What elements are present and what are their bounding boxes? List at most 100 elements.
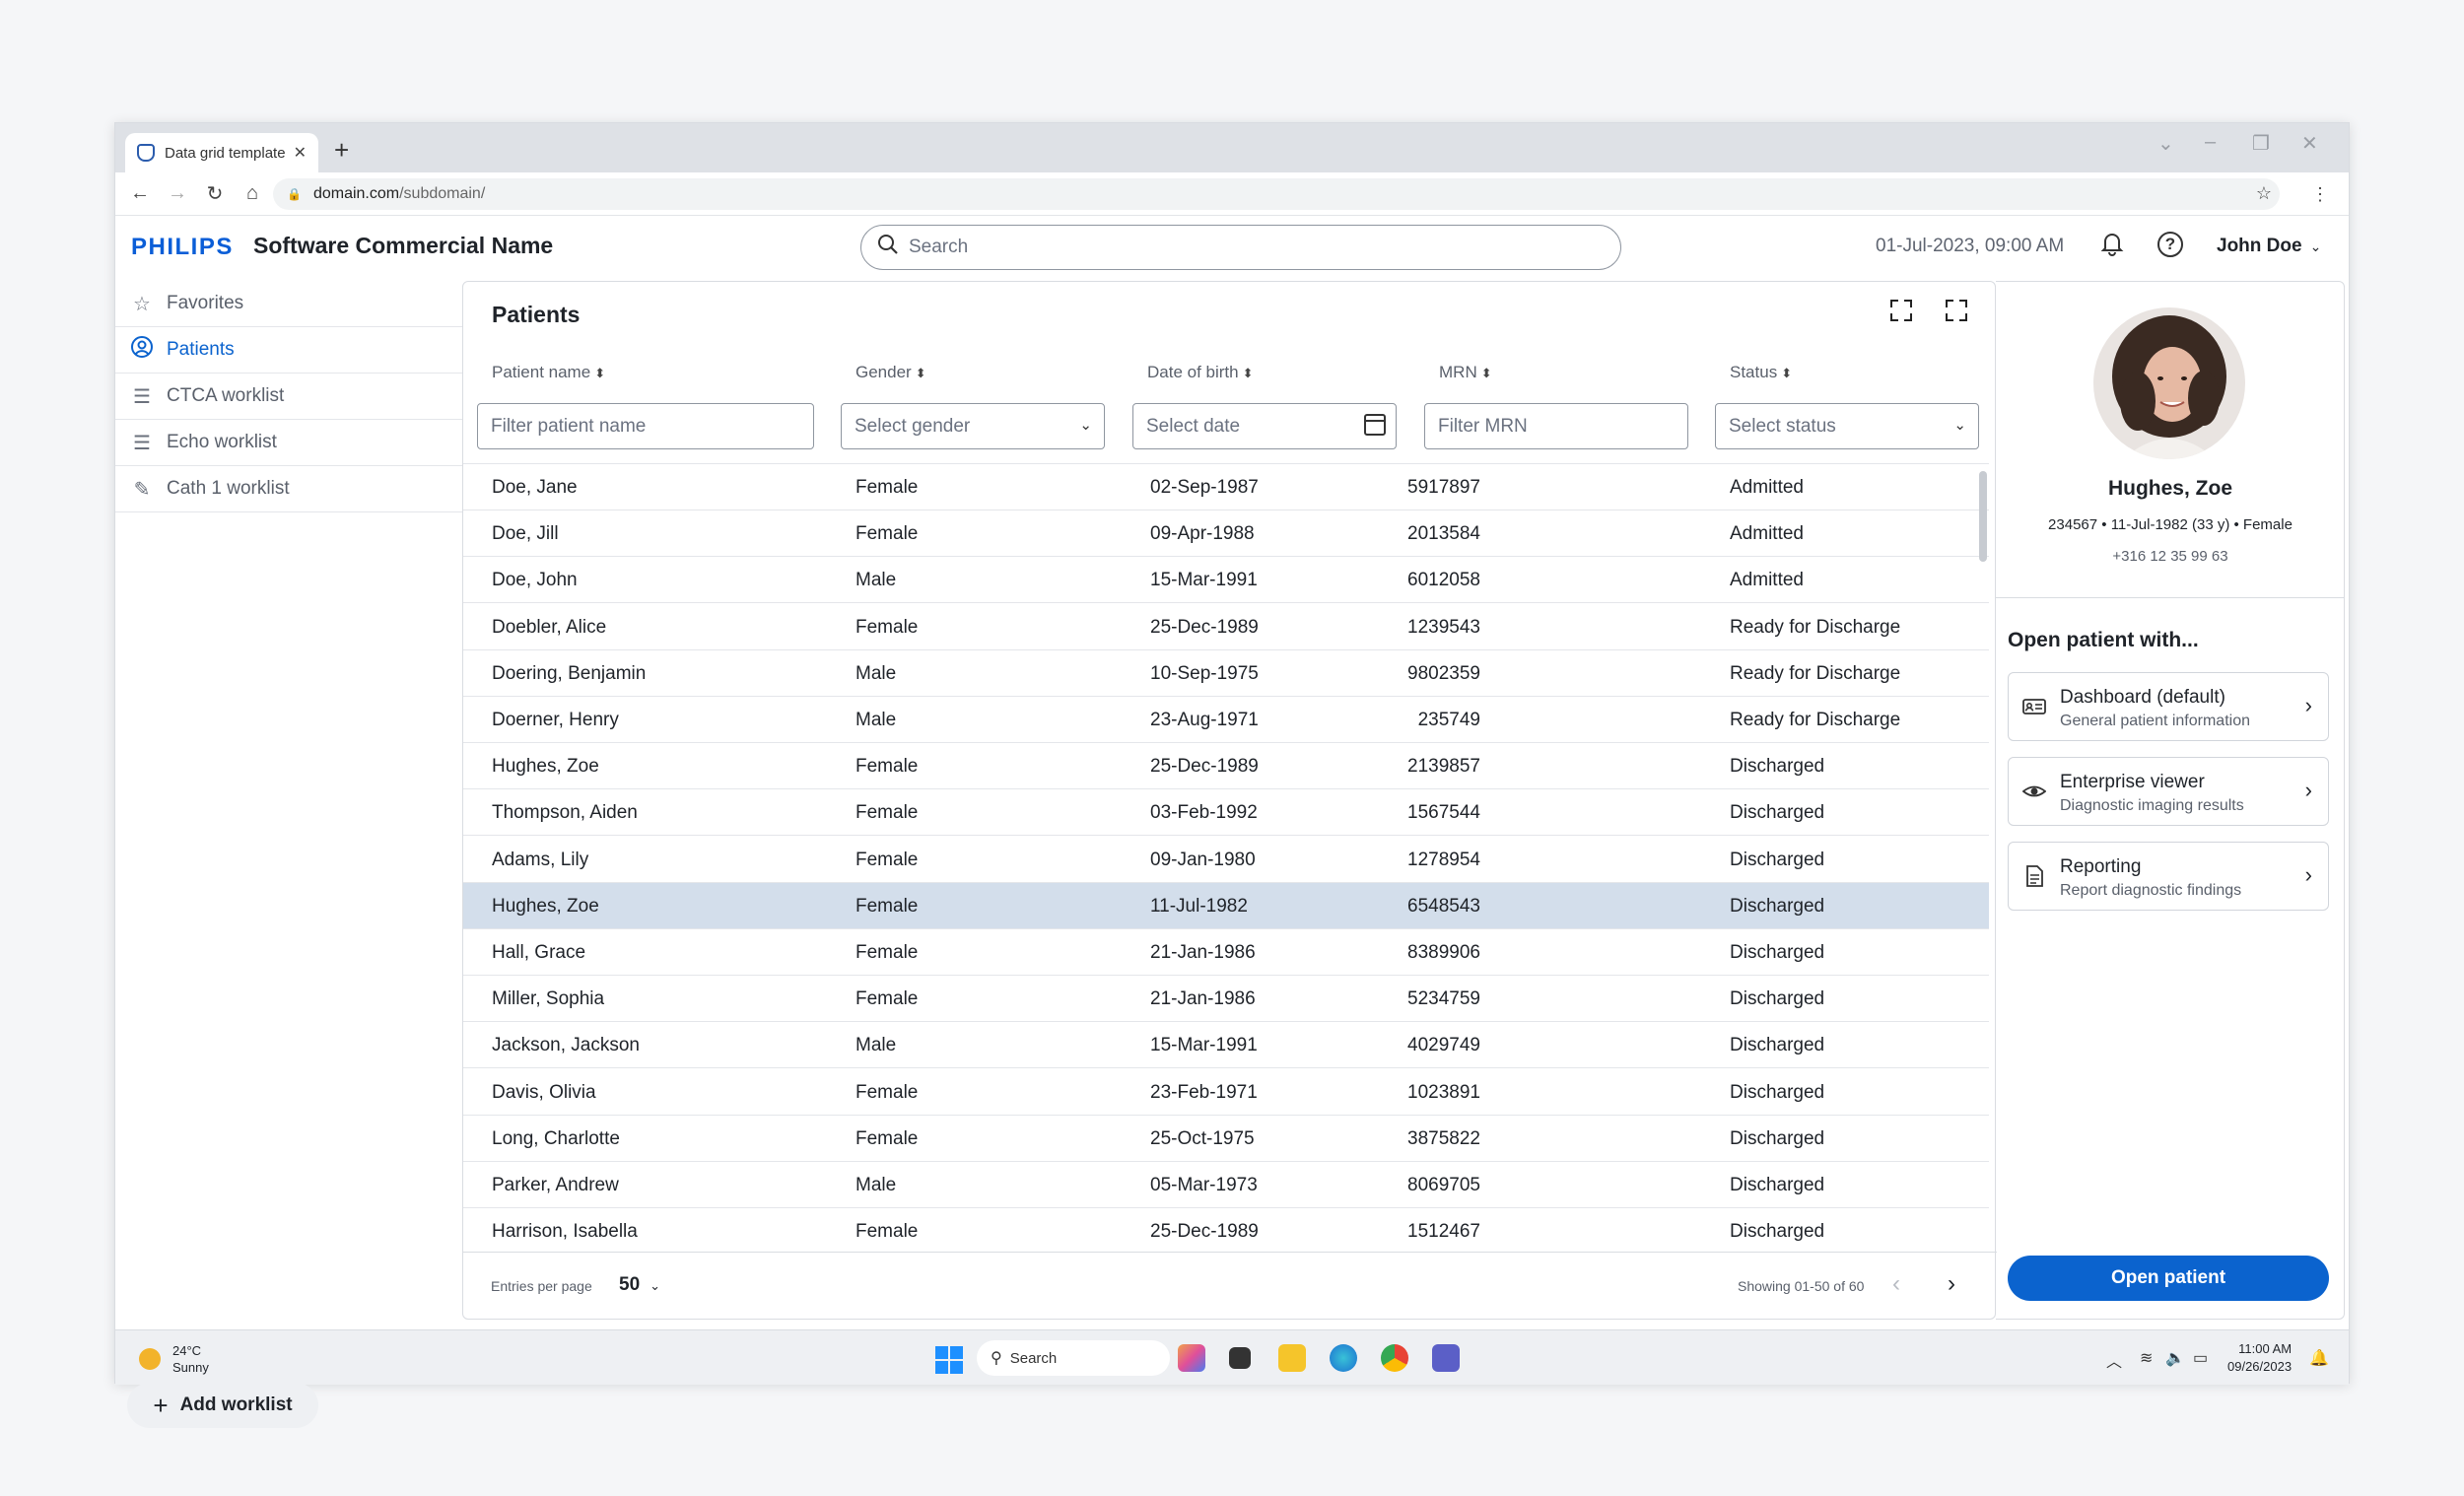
cell-dob: 09-Jan-1980 <box>1150 849 1256 870</box>
table-row[interactable]: Davis, Olivia Female 23-Feb-1971 1023891 Dis… <box>463 1069 1989 1116</box>
cell-patient-name: Doe, John <box>492 570 578 591</box>
table-row[interactable]: Parker, Andrew Male 05-Mar-1973 8069705 Disc… <box>463 1162 1989 1208</box>
open-with-enterprise-viewer-option[interactable]: Enterprise viewer Diagnostic imaging res… <box>2008 757 2329 826</box>
cell-mrn: 1567544 <box>1407 802 1480 824</box>
table-row[interactable]: Adams, Lily Female 09-Jan-1980 1278954 Disch… <box>463 837 1989 883</box>
filter-mrn-input[interactable]: Filter MRN <box>1424 403 1688 449</box>
close-window-icon[interactable]: ✕ <box>2301 131 2318 156</box>
terminal-icon[interactable] <box>1229 1347 1251 1369</box>
sun-icon[interactable] <box>139 1348 161 1370</box>
filter-status-select[interactable]: Select status ⌄ <box>1715 403 1979 449</box>
chevron-down-icon: ⌄ <box>650 1278 661 1293</box>
minimize-icon[interactable]: – <box>2205 131 2216 154</box>
option-subtitle: Diagnostic imaging results <box>2060 797 2244 814</box>
table-row[interactable]: Doerner, Henry Male 23-Aug-1971 235749 Ready… <box>463 697 1989 743</box>
app-header: PHILIPS Software Commercial Name Search … <box>115 216 2349 277</box>
table-row[interactable]: Doe, Jill Female 09-Apr-1988 2013584 Admitte… <box>463 510 1989 558</box>
close-tab-icon[interactable]: ✕ <box>294 143 307 163</box>
edge-icon[interactable] <box>1330 1344 1357 1372</box>
column-header-status[interactable]: Status ⬍ <box>1730 363 1792 382</box>
cell-dob: 25-Dec-1989 <box>1150 1221 1259 1243</box>
volume-icon[interactable]: 🔈 <box>2165 1348 2185 1368</box>
sidebar-item-ctca-worklist[interactable]: ☰ CTCA worklist <box>115 374 462 420</box>
table-row[interactable]: Doe, Jane Female 02-Sep-1987 5917897 Admitte… <box>463 464 1989 510</box>
table-row[interactable]: Miller, Sophia Female 21-Jan-1986 5234759 Di… <box>463 976 1989 1023</box>
clock-time: 11:00 AM <box>2238 1341 2293 1356</box>
open-patient-button[interactable]: Open patient <box>2008 1256 2329 1301</box>
taskbar-search[interactable]: ⚲ Search <box>977 1340 1170 1376</box>
scrollbar-thumb[interactable] <box>1979 471 1987 562</box>
entries-per-page-select[interactable]: 50 ⌄ <box>619 1274 660 1296</box>
chrome-icon[interactable] <box>1381 1344 1408 1372</box>
bookmark-star-icon[interactable]: ☆ <box>2256 183 2272 204</box>
restore-icon[interactable]: ❐ <box>2252 131 2270 156</box>
sidebar-item-echo-worklist[interactable]: ☰ Echo worklist <box>115 420 462 466</box>
weather-widget[interactable]: 24°C Sunny <box>172 1342 209 1376</box>
user-menu[interactable]: John Doe ⌄ <box>2217 236 2321 257</box>
cell-gender: Female <box>856 616 919 638</box>
cell-status: Discharged <box>1730 802 1825 824</box>
search-icon <box>877 234 899 261</box>
help-icon[interactable]: ? <box>2157 232 2183 257</box>
expand-icon[interactable] <box>1890 300 1912 321</box>
home-icon[interactable]: ⌂ <box>234 182 271 205</box>
table-row[interactable]: Harrison, Isabella Female 25-Dec-1989 15124… <box>463 1208 1989 1252</box>
sidebar-item-favorites[interactable]: ☆ Favorites <box>115 281 462 327</box>
next-page-icon[interactable]: › <box>1948 1270 1955 1298</box>
file-explorer-icon[interactable] <box>1278 1344 1306 1372</box>
new-tab-icon[interactable]: + <box>334 135 349 166</box>
url-field[interactable]: 🔒 domain.com/subdomain/ ☆ <box>273 178 2280 210</box>
cell-mrn: 6548543 <box>1407 895 1480 917</box>
column-header-dob[interactable]: Date of birth ⬍ <box>1147 363 1254 382</box>
back-icon[interactable]: ← <box>121 182 159 205</box>
table-row[interactable]: Doe, John Male 15-Mar-1991 6012058 Admitted <box>463 557 1989 604</box>
forward-icon[interactable]: → <box>159 182 196 205</box>
chevron-down-icon[interactable]: ⌄ <box>2157 131 2174 156</box>
filter-gender-select[interactable]: Select gender ⌄ <box>841 403 1105 449</box>
add-worklist-button[interactable]: + Add worklist <box>127 1383 318 1428</box>
cell-mrn: 235749 <box>1417 710 1480 730</box>
fullscreen-icon[interactable] <box>1946 300 1967 321</box>
browser-menu-icon[interactable]: ⋮ <box>2311 184 2329 205</box>
windows-start-icon[interactable] <box>935 1346 963 1374</box>
open-with-heading: Open patient with... <box>2008 629 2199 651</box>
table-row[interactable]: Doering, Benjamin Male 10-Sep-1975 9802359 R… <box>463 650 1989 697</box>
cell-dob: 25-Oct-1975 <box>1150 1127 1255 1149</box>
column-header-mrn[interactable]: MRN ⬍ <box>1439 363 1492 382</box>
copilot-icon[interactable] <box>1178 1344 1205 1372</box>
url-path: /subdomain/ <box>399 185 486 202</box>
option-title: Reporting <box>2060 856 2142 877</box>
system-clock[interactable]: 11:00 AM 09/26/2023 <box>2227 1340 2292 1376</box>
notification-icon[interactable]: 🔔 <box>2309 1348 2329 1368</box>
open-with-reporting-option[interactable]: Reporting Report diagnostic findings › <box>2008 842 2329 911</box>
table-row[interactable]: Long, Charlotte Female 25-Oct-1975 3875822 D… <box>463 1116 1989 1162</box>
cell-gender: Female <box>856 477 919 498</box>
previous-page-icon[interactable]: ‹ <box>1892 1270 1900 1298</box>
sidebar-item-cath-worklist[interactable]: ✎ Cath 1 worklist <box>115 466 462 512</box>
table-row[interactable]: Hall, Grace Female 21-Jan-1986 8389906 Disch… <box>463 929 1989 976</box>
browser-tab[interactable]: Data grid template ✕ <box>125 133 318 172</box>
filter-dob-datepicker[interactable]: Select date <box>1132 403 1397 449</box>
column-header-name[interactable]: Patient name ⬍ <box>492 363 605 382</box>
column-header-gender[interactable]: Gender ⬍ <box>856 363 926 382</box>
os-taskbar: 24°C Sunny ⚲ Search ︿ ≋ 🔈 ▭ 11:00 AM 09/… <box>115 1329 2349 1385</box>
cell-dob: 23-Feb-1971 <box>1150 1081 1258 1103</box>
calendar-icon[interactable] <box>1364 414 1386 436</box>
global-search-input[interactable]: Search <box>860 225 1621 270</box>
sidebar-item-patients[interactable]: Patients <box>115 327 462 374</box>
wifi-icon[interactable]: ≋ <box>2140 1348 2153 1368</box>
battery-icon[interactable]: ▭ <box>2193 1348 2208 1368</box>
cell-status: Admitted <box>1730 523 1804 545</box>
table-row[interactable]: Hughes, Zoe Female 25-Dec-1989 2139857 Disch… <box>463 743 1989 790</box>
table-row[interactable]: Thompson, Aiden Female 03-Feb-1992 1567544 D… <box>463 789 1989 837</box>
chevron-up-icon[interactable]: ︿ <box>2106 1348 2122 1372</box>
table-row[interactable]: Doebler, Alice Female 25-Dec-1989 1239543 Re… <box>463 604 1989 650</box>
filter-patient-name-input[interactable]: Filter patient name <box>477 403 814 449</box>
teams-icon[interactable] <box>1432 1344 1460 1372</box>
table-row[interactable]: Hughes, Zoe Female 11-Jul-1982 6548543 Disch… <box>463 882 1989 929</box>
table-row[interactable]: Jackson, Jackson Male 15-Mar-1991 4029749 Di… <box>463 1022 1989 1069</box>
notification-bell-icon[interactable] <box>2099 231 2125 263</box>
open-with-dashboard-option[interactable]: Dashboard (default) General patient info… <box>2008 672 2329 741</box>
reload-icon[interactable]: ↻ <box>196 181 234 206</box>
chevron-down-icon: ⌄ <box>2309 238 2322 254</box>
